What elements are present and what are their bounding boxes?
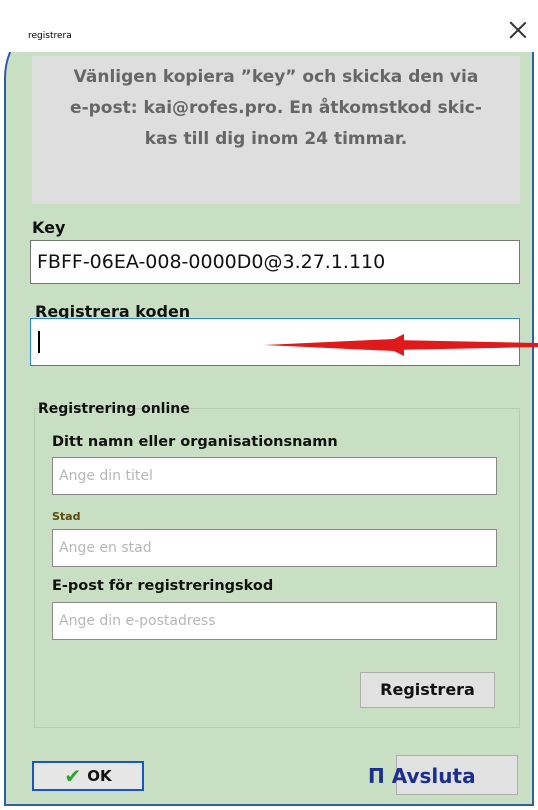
key-field[interactable]: FBFF-06EA-008-0000D0@3.27.1.110 <box>30 240 520 284</box>
name-field[interactable]: Ange din titel <box>52 457 497 495</box>
dialog-frame: registrera Vänligen kopiera ”key” och sk… <box>0 0 538 810</box>
online-registration-title: Registrering online <box>38 401 190 417</box>
city-field[interactable]: Ange en stad <box>52 529 497 567</box>
info-line-1: Vänligen kopiera ”key” och skicka den vi… <box>73 67 479 87</box>
register-button[interactable]: Registrera <box>360 672 495 708</box>
email-label: E-post för registreringskod <box>52 578 274 594</box>
close-icon[interactable] <box>506 18 530 42</box>
email-field[interactable]: Ange din e-postadress <box>52 602 497 640</box>
window-title: registrera <box>28 31 72 41</box>
ok-button[interactable]: ✔ OK <box>32 761 144 791</box>
ok-label: OK <box>87 767 112 785</box>
name-label: Ditt namn eller organisationsnamn <box>52 434 338 450</box>
city-label: Stad <box>52 510 81 523</box>
info-line-3: kas till dig inom 24 timmar. <box>144 129 408 149</box>
red-arrow-icon <box>264 334 538 356</box>
info-line-2: e-post: kai@rofes.pro. En åtkomstkod ski… <box>70 98 482 118</box>
quit-label: Π Avsluta <box>368 764 476 788</box>
title-bar <box>4 8 534 52</box>
text-cursor <box>38 331 40 353</box>
info-panel: Vänligen kopiera ”key” och skicka den vi… <box>32 56 520 204</box>
checkmark-icon: ✔ <box>64 764 82 788</box>
key-label: Key <box>32 218 66 237</box>
